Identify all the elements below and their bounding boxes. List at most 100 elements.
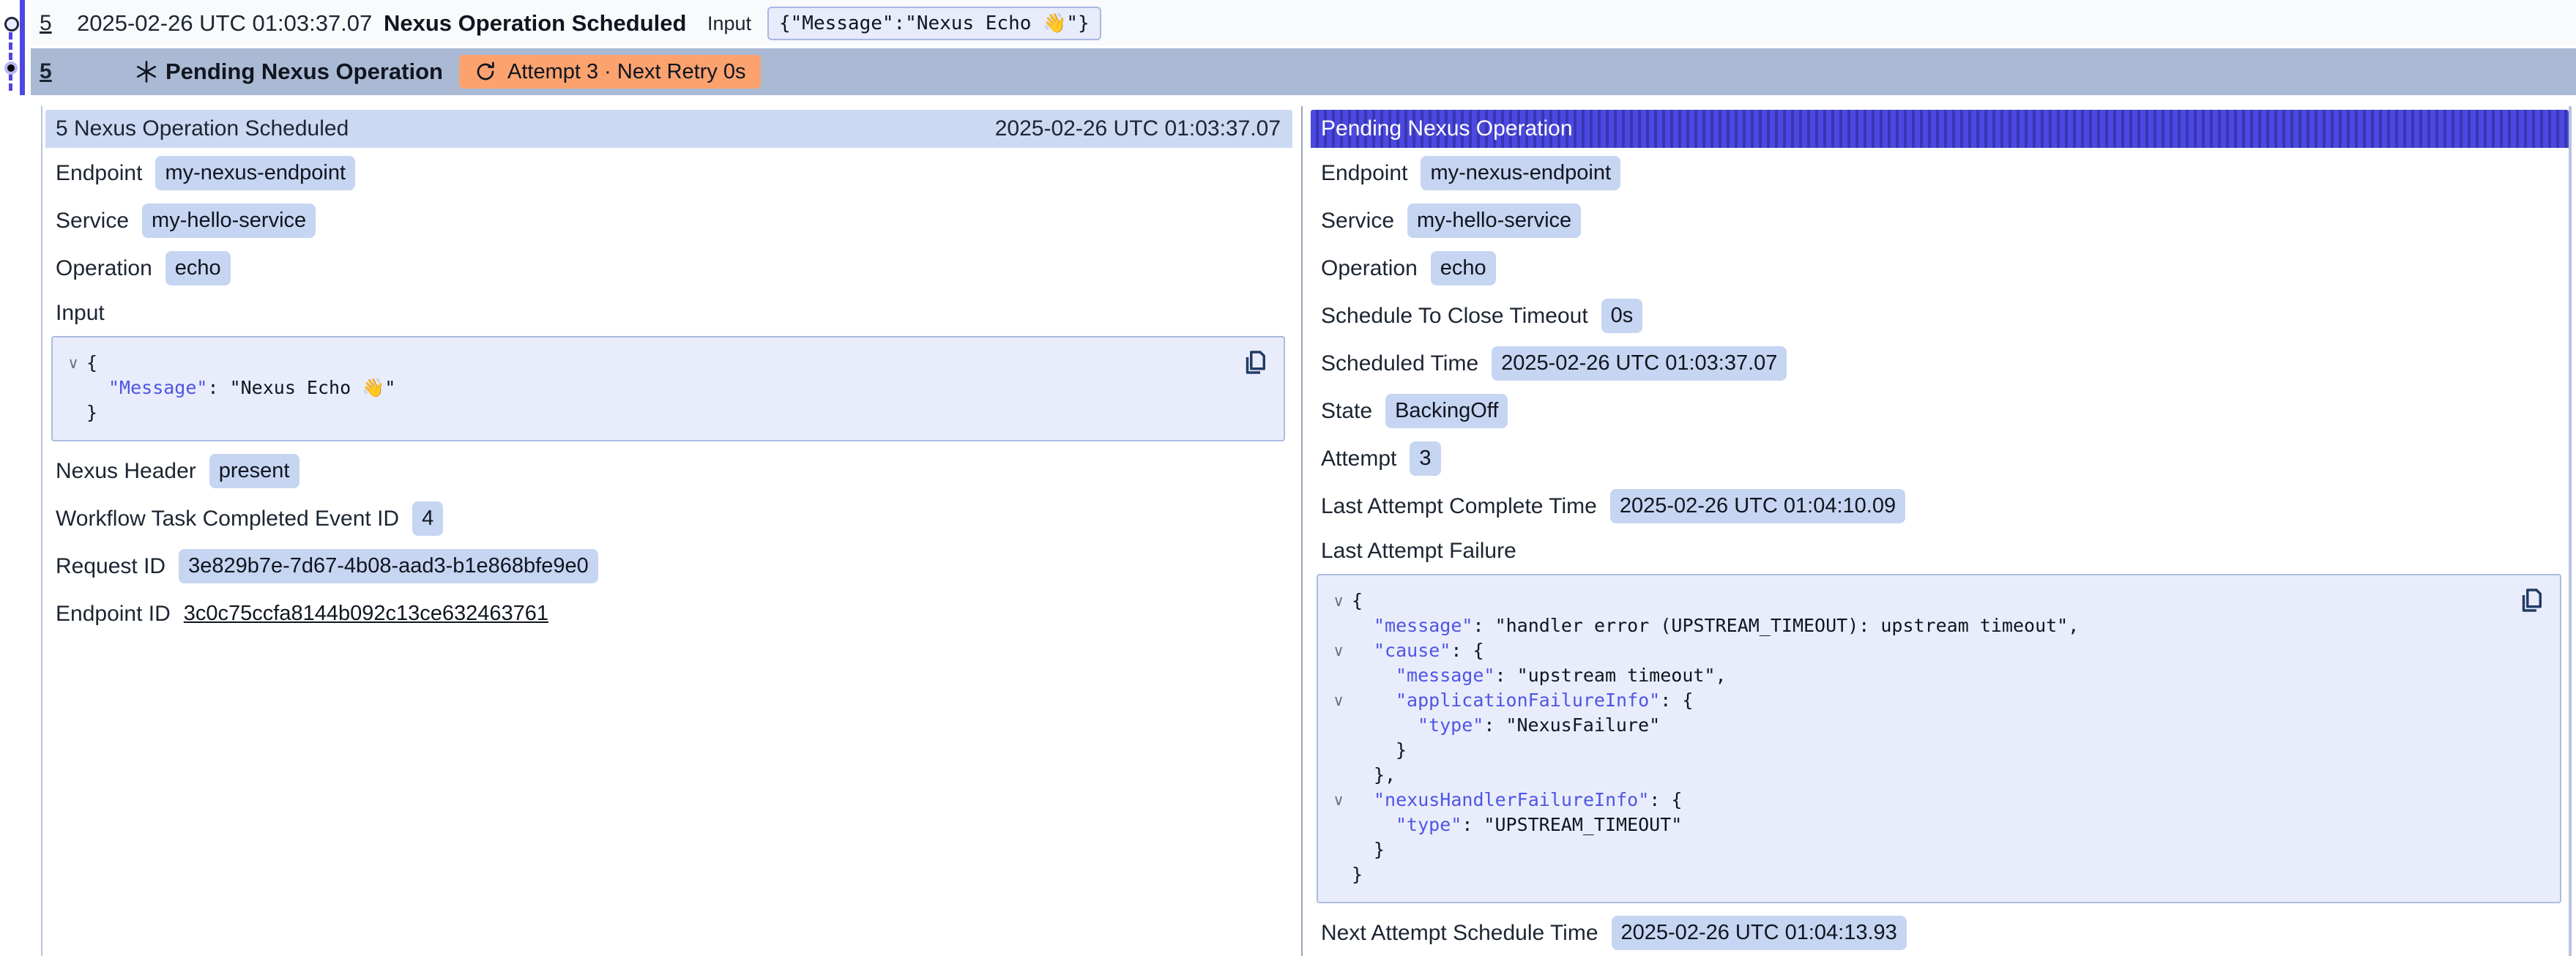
json-line: ∨"cause": { bbox=[1325, 638, 2509, 663]
field-nexus-header: Nexus Headerpresent bbox=[56, 447, 1292, 495]
pending-asterisk-icon bbox=[133, 59, 160, 85]
field-value-badge: 2025-02-26 UTC 01:03:37.07 bbox=[1492, 346, 1787, 381]
json-line: } bbox=[1325, 862, 2509, 887]
json-line: ∨{ bbox=[1325, 589, 2509, 613]
json-line: ∨{ bbox=[60, 351, 1232, 376]
field-label: Service bbox=[56, 209, 129, 234]
json-token-plain: } bbox=[86, 402, 97, 423]
failure-json-lines: ∨{"message": "handler error (UPSTREAM_TI… bbox=[1325, 589, 2509, 887]
json-gutter bbox=[60, 376, 86, 400]
pending-event-id-link[interactable]: 5 bbox=[40, 59, 52, 84]
json-token-plain: { bbox=[86, 352, 97, 373]
field-workflow-task-completed-event-id: Workflow Task Completed Event ID 4 bbox=[56, 495, 1292, 542]
field-value-badge: my-hello-service bbox=[142, 203, 316, 238]
json-token-key: "cause" bbox=[1374, 640, 1451, 661]
json-token-plain: } bbox=[1374, 839, 1385, 860]
json-line: "type": "NexusFailure" bbox=[1325, 713, 2509, 738]
field-label: Endpoint bbox=[1321, 161, 1407, 186]
event-title: Nexus Operation Scheduled bbox=[384, 10, 686, 37]
field-label: Endpoint bbox=[56, 161, 142, 186]
json-line: } bbox=[1325, 738, 2509, 763]
json-text: } bbox=[1352, 738, 1407, 763]
copy-icon[interactable] bbox=[1240, 346, 1272, 378]
json-token-key: "message" bbox=[1374, 615, 1473, 636]
json-text: } bbox=[1352, 862, 1363, 887]
timeline-event-dot-icon bbox=[4, 17, 19, 31]
json-token-plain: } bbox=[1396, 739, 1407, 761]
json-text: "type": "NexusFailure" bbox=[1352, 713, 1660, 738]
field-label: Last Attempt Complete Time bbox=[1321, 494, 1597, 519]
pending-panel-header: Pending Nexus Operation bbox=[1311, 110, 2569, 148]
json-token-key: "Message" bbox=[108, 377, 207, 398]
event-fields-top: Endpointmy-nexus-endpoint Service my-hello… bbox=[45, 148, 1292, 292]
field-request-id: Request ID3e829b7e-7d67-4b08-aad3-b1e868… bbox=[56, 542, 1292, 590]
collapse-chevron-icon[interactable]: ∨ bbox=[1325, 688, 1352, 713]
collapse-chevron-icon[interactable]: ∨ bbox=[1325, 638, 1352, 663]
field-value-badge: 4 bbox=[412, 501, 443, 536]
field-label: Workflow Task Completed Event ID bbox=[56, 507, 399, 531]
input-preview-chip[interactable]: {"Message":"Nexus Echo 👋"} bbox=[767, 7, 1101, 40]
pending-operation-panel: Pending Nexus Operation Endpointmy-nexus… bbox=[1311, 110, 2569, 956]
field-label: Operation bbox=[1321, 256, 1418, 281]
pending-title: Pending Nexus Operation bbox=[165, 59, 443, 85]
event-panel-timestamp: 2025-02-26 UTC 01:03:37.07 bbox=[995, 116, 1281, 141]
collapse-chevron-icon[interactable]: ∨ bbox=[60, 351, 86, 376]
field-operation: Operationecho bbox=[56, 244, 1292, 292]
pending-panel-title: Pending Nexus Operation bbox=[1321, 116, 1573, 141]
json-gutter bbox=[1325, 862, 1352, 887]
json-text: } bbox=[1352, 837, 1385, 862]
json-token-plain: { bbox=[1352, 590, 1363, 611]
field-value-badge: 0s bbox=[1601, 299, 1643, 333]
collapse-chevron-icon[interactable]: ∨ bbox=[1325, 589, 1352, 613]
field-value-badge: my-hello-service bbox=[1407, 203, 1581, 238]
field-endpoint: Endpointmy-nexus-endpoint bbox=[1321, 149, 2569, 197]
json-token-plain: : "NexusFailure" bbox=[1484, 714, 1660, 736]
field-service: Servicemy-hello-service bbox=[1321, 197, 2569, 244]
input-json-block: ∨{"Message": "Nexus Echo 👋"} bbox=[51, 336, 1285, 441]
event-id-link[interactable]: 5 bbox=[40, 11, 52, 36]
field-label: Next Attempt Schedule Time bbox=[1321, 921, 1598, 946]
field-value-badge: 2025-02-26 UTC 01:04:10.09 bbox=[1610, 489, 1905, 523]
json-text: "nexusHandlerFailureInfo": { bbox=[1352, 788, 1682, 813]
json-line: } bbox=[60, 400, 1232, 425]
pending-fields-bottom: Next Attempt Schedule Time2025-02-26 UTC… bbox=[1311, 908, 2569, 956]
json-token-plain: : "Nexus Echo 👋" bbox=[207, 377, 395, 398]
json-token-plain: : { bbox=[1660, 690, 1693, 711]
input-json-lines: ∨{"Message": "Nexus Echo 👋"} bbox=[60, 351, 1232, 425]
json-gutter bbox=[1325, 738, 1352, 763]
json-text: { bbox=[1352, 589, 1363, 613]
field-label: Scheduled Time bbox=[1321, 351, 1478, 376]
field-label: Nexus Header bbox=[56, 459, 196, 484]
field-endpoint: Endpointmy-nexus-endpoint bbox=[56, 149, 1292, 197]
json-token-key: "applicationFailureInfo" bbox=[1396, 690, 1660, 711]
field-next-attempt-schedule-time: Next Attempt Schedule Time2025-02-26 UTC… bbox=[1321, 909, 2569, 956]
json-token-plain: : "upstream timeout", bbox=[1494, 665, 1726, 686]
json-token-key: "message" bbox=[1396, 665, 1494, 686]
event-detail-panel: 5 Nexus Operation Scheduled 2025-02-26 U… bbox=[45, 110, 1292, 638]
copy-icon[interactable] bbox=[2516, 584, 2548, 616]
json-token-key: "nexusHandlerFailureInfo" bbox=[1374, 789, 1649, 810]
field-value-badge: 3 bbox=[1410, 441, 1440, 476]
field-label: State bbox=[1321, 399, 1372, 424]
attempt-retry-badge: Attempt 3 · Next Retry 0s bbox=[459, 55, 761, 89]
event-panel-header: 5 Nexus Operation Scheduled 2025-02-26 U… bbox=[45, 110, 1292, 148]
event-fields-bottom: Nexus HeaderpresentWorkflow Task Complet… bbox=[45, 446, 1292, 638]
event-row-nexus-operation-scheduled[interactable]: 5 2025-02-26 UTC 01:03:37.07 Nexus Opera… bbox=[31, 0, 2576, 47]
json-token-plain: : "UPSTREAM_TIMEOUT" bbox=[1462, 814, 1682, 835]
json-token-plain: }, bbox=[1374, 764, 1396, 785]
pending-row-nexus-operation[interactable]: 5 Pending Nexus Operation Attempt 3 · Ne… bbox=[31, 48, 2576, 95]
field-value-link[interactable]: 3c0c75ccfa8144b092c13ce632463761 bbox=[184, 602, 548, 626]
retry-icon bbox=[474, 60, 497, 83]
json-text: "message": "handler error (UPSTREAM_TIME… bbox=[1352, 613, 2079, 638]
field-value-badge: echo bbox=[165, 251, 231, 285]
field-label: Endpoint ID bbox=[56, 602, 171, 627]
json-line: }, bbox=[1325, 763, 2509, 788]
field-service: Service my-hello-service bbox=[56, 197, 1292, 244]
json-token-plain: } bbox=[1352, 864, 1363, 885]
input-inline-label: Input bbox=[707, 12, 751, 35]
collapse-chevron-icon[interactable]: ∨ bbox=[1325, 788, 1352, 813]
json-line: "message": "handler error (UPSTREAM_TIME… bbox=[1325, 613, 2509, 638]
field-label: Schedule To Close Timeout bbox=[1321, 304, 1588, 329]
field-value-badge: 3e829b7e-7d67-4b08-aad3-b1e868bfe9e0 bbox=[179, 549, 598, 583]
field-value-badge: BackingOff bbox=[1385, 394, 1508, 428]
